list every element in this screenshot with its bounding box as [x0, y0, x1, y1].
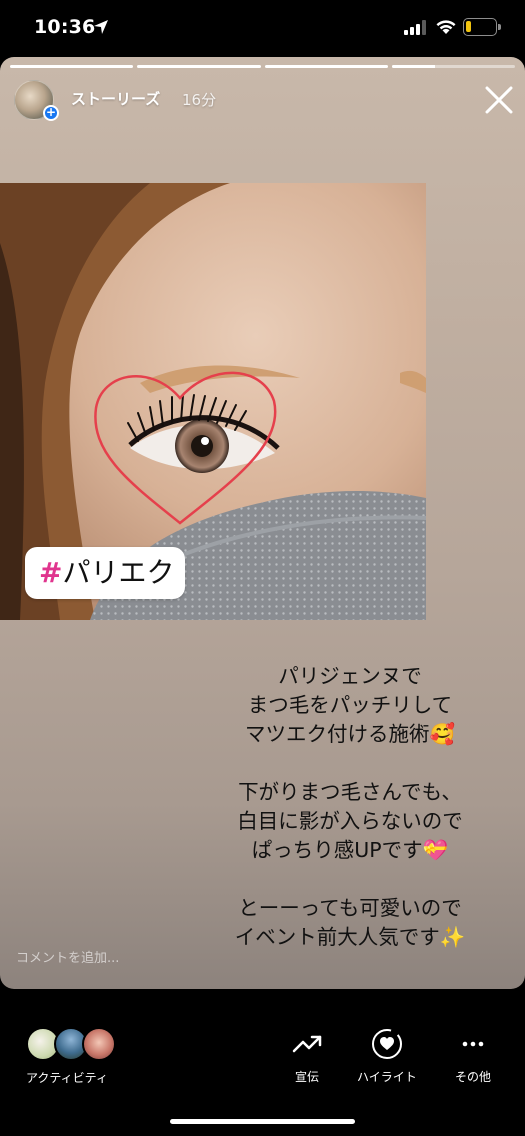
trending-up-icon	[292, 1035, 322, 1053]
battery-icon: 17	[463, 18, 497, 36]
hashtag-symbol: #	[39, 556, 63, 589]
promote-label: 宣伝	[294, 1070, 319, 1084]
caption-line: ぱっちり感UPです💝	[251, 838, 449, 862]
story-bottom-bar: アクティビティ 宣伝 ハイライト その他	[0, 989, 525, 1136]
location-arrow-icon	[94, 20, 108, 34]
caption-line: マツエク付ける施術🥰	[244, 722, 456, 746]
comment-input[interactable]: コメントを追加...	[16, 947, 119, 966]
progress-segment	[10, 65, 134, 68]
promote-button[interactable]: 宣伝	[290, 1027, 324, 1085]
story-viewer[interactable]: + ストーリーズ 16分 #パリエク パリジェンヌで まつ毛をパッチリして マツ…	[0, 57, 525, 989]
highlight-heart-icon	[371, 1029, 402, 1059]
more-label: その他	[455, 1070, 492, 1084]
progress-segment	[137, 65, 261, 68]
battery-percent: 17	[472, 19, 488, 33]
battery-cap	[498, 24, 501, 30]
caption-line: パリジェンヌで	[278, 664, 422, 688]
viewer-avatar	[82, 1027, 116, 1061]
status-bar: 10:36 17	[0, 0, 525, 58]
caption-line: イベント前大人気です✨	[234, 925, 466, 949]
home-indicator[interactable]	[170, 1119, 355, 1124]
caption-line: 白目に影が入らないので	[237, 809, 463, 833]
story-progress-bar	[10, 65, 515, 68]
story-caption: パリジェンヌで まつ毛をパッチリして マツエク付ける施術🥰 下がりまつ毛さんでも…	[200, 662, 500, 952]
status-time: 10:36	[34, 16, 96, 38]
caption-line: とーーっても可愛いので	[238, 896, 462, 920]
activity-label[interactable]: アクティビティ	[26, 1069, 108, 1086]
caption-line: まつ毛をパッチリして	[247, 693, 453, 717]
story-time-ago: 16分	[182, 91, 217, 109]
progress-segment	[391, 65, 515, 68]
add-story-plus-icon[interactable]: +	[43, 105, 59, 121]
story-account-name[interactable]: ストーリーズ	[71, 88, 160, 109]
wifi-icon	[436, 20, 456, 34]
more-dots-icon	[462, 1041, 484, 1047]
progress-segment	[264, 65, 388, 68]
caption-line: 下がりまつ毛さんでも、	[238, 780, 462, 804]
close-icon[interactable]	[483, 84, 515, 116]
highlight-label: ハイライト	[357, 1070, 417, 1084]
more-button[interactable]: その他	[455, 1027, 491, 1085]
highlight-button[interactable]: ハイライト	[357, 1027, 417, 1085]
activity-viewers[interactable]	[26, 1027, 126, 1061]
hashtag-text: パリエク	[62, 556, 175, 589]
hashtag-sticker[interactable]: #パリエク	[25, 547, 185, 599]
cellular-signal-icon	[404, 20, 426, 35]
